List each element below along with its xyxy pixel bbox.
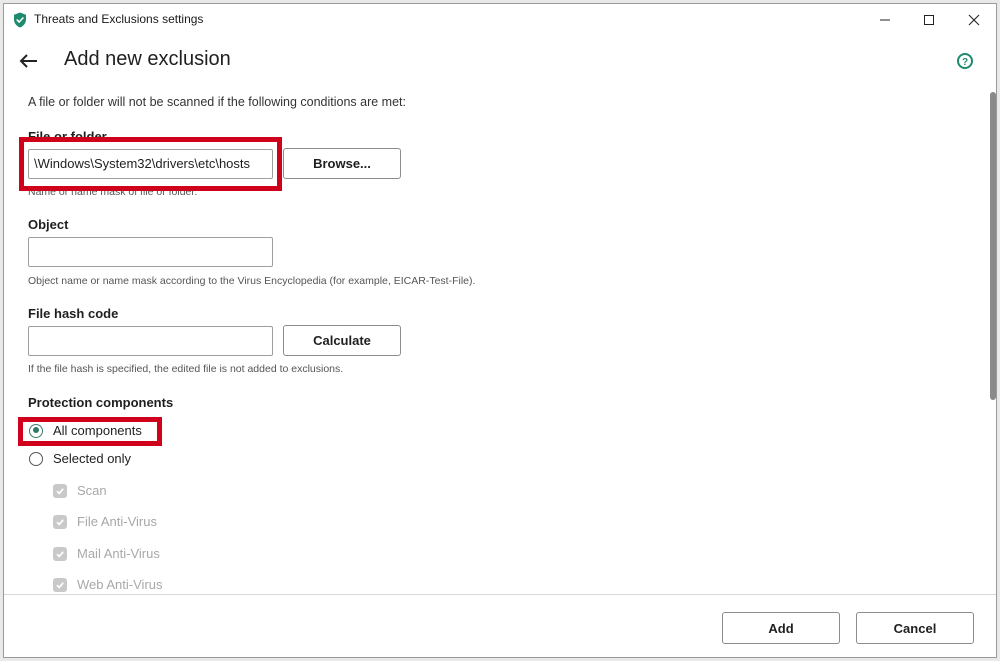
- radio-selected-only[interactable]: Selected only: [29, 451, 131, 466]
- protection-components-label: Protection components: [28, 395, 174, 410]
- checkbox-file-anti-virus-label: File Anti-Virus: [77, 514, 157, 529]
- browse-button[interactable]: Browse...: [283, 148, 401, 179]
- intro-text: A file or folder will not be scanned if …: [28, 95, 406, 109]
- settings-window: Threats and Exclusions settings Add new …: [3, 3, 997, 658]
- checkbox-web-anti-virus[interactable]: Web Anti-Virus: [53, 577, 163, 592]
- cancel-button[interactable]: Cancel: [856, 612, 974, 644]
- checkbox-scan[interactable]: Scan: [53, 483, 107, 498]
- page-title: Add new exclusion: [64, 48, 231, 70]
- checkbox-mail-anti-virus[interactable]: Mail Anti-Virus: [53, 546, 160, 561]
- back-arrow-icon[interactable]: [18, 50, 40, 72]
- checkbox-checked-disabled[interactable]: [53, 514, 67, 529]
- content-area: Add new exclusion ? A file or folder wil…: [4, 4, 984, 594]
- checkbox-scan-label: Scan: [77, 483, 107, 498]
- checkbox-checked-disabled[interactable]: [53, 546, 67, 561]
- svg-text:?: ?: [962, 57, 968, 68]
- checkmark-icon: [56, 487, 64, 495]
- scrollbar-thumb[interactable]: [990, 92, 996, 400]
- checkbox-checked-disabled[interactable]: [53, 483, 67, 498]
- object-input[interactable]: [28, 237, 273, 267]
- radio-selected-only-label: Selected only: [53, 451, 132, 466]
- radio-button-unchecked[interactable]: [29, 451, 43, 466]
- checkbox-web-anti-virus-label: Web Anti-Virus: [77, 577, 163, 592]
- help-icon[interactable]: ?: [956, 52, 974, 70]
- add-button[interactable]: Add: [722, 612, 840, 644]
- highlight-all-components: [18, 417, 162, 446]
- footer-bar: Add Cancel: [4, 594, 996, 657]
- highlight-file-or-folder: [19, 137, 282, 191]
- file-hash-hint: If the file hash is specified, the edite…: [28, 363, 344, 375]
- checkbox-file-anti-virus[interactable]: File Anti-Virus: [53, 514, 157, 529]
- file-hash-label: File hash code: [28, 306, 119, 321]
- checkbox-mail-anti-virus-label: Mail Anti-Virus: [77, 546, 160, 561]
- checkmark-icon: [56, 518, 64, 526]
- object-label: Object: [28, 217, 69, 232]
- file-hash-input[interactable]: [28, 326, 273, 356]
- checkmark-icon: [56, 550, 64, 558]
- checkbox-checked-disabled[interactable]: [53, 577, 67, 592]
- calculate-button[interactable]: Calculate: [283, 325, 401, 356]
- object-hint: Object name or name mask according to th…: [28, 275, 476, 287]
- checkmark-icon: [56, 581, 64, 589]
